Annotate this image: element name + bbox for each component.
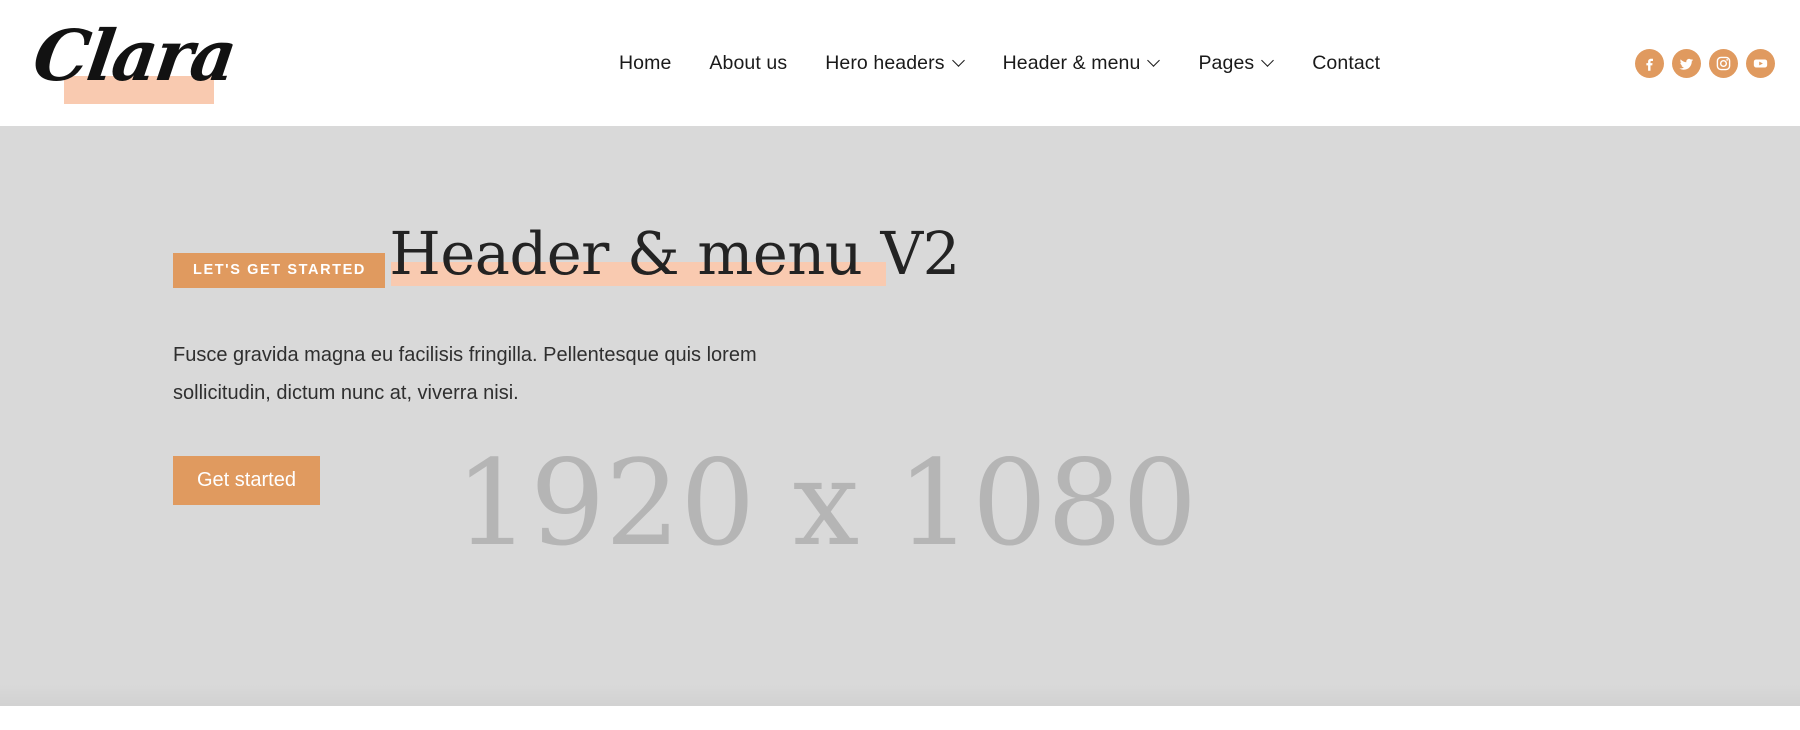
nav-item-header-and-menu[interactable]: Header & menu (984, 0, 1180, 126)
nav-item-label: Home (619, 51, 672, 74)
nav-item-label: About us (709, 51, 788, 74)
main-navigation: Home About us Hero headers Header & menu… (600, 0, 1399, 126)
twitter-icon[interactable] (1672, 48, 1701, 78)
hero-content: LET'S GET STARTED Header & menu V2 Fusce… (173, 126, 1073, 505)
chevron-down-icon (954, 56, 965, 67)
chevron-down-icon (1263, 56, 1274, 67)
facebook-icon[interactable] (1635, 48, 1664, 78)
chevron-down-icon (1149, 56, 1160, 67)
nav-item-label: Pages (1198, 51, 1255, 74)
nav-item-pages[interactable]: Pages (1179, 0, 1293, 126)
nav-item-label: Header & menu (1002, 51, 1141, 74)
nav-item-home[interactable]: Home (600, 0, 690, 126)
nav-item-hero-headers[interactable]: Hero headers (806, 0, 983, 126)
hero-eyebrow-badge: LET'S GET STARTED (173, 253, 385, 288)
instagram-icon[interactable] (1709, 48, 1738, 78)
youtube-icon[interactable] (1746, 48, 1775, 78)
site-header: Clara Home About us Hero headers Header … (0, 0, 1800, 126)
page-bottom-strip (0, 706, 1800, 730)
hero-title-wrapper: Header & menu V2 (389, 218, 960, 290)
nav-item-label: Hero headers (825, 51, 945, 74)
page-root: Clara Home About us Hero headers Header … (0, 0, 1800, 730)
nav-item-contact[interactable]: Contact (1293, 0, 1399, 126)
hero-paragraph: Fusce gravida magna eu facilisis fringil… (173, 344, 757, 404)
get-started-button[interactable]: Get started (173, 456, 320, 505)
hero-section: 1920 x 1080 LET'S GET STARTED Header & m… (0, 126, 1800, 706)
nav-item-about-us[interactable]: About us (690, 0, 806, 126)
brand-name: Clara (28, 14, 241, 97)
page-title: Header & menu V2 (389, 219, 960, 288)
brand-logo[interactable]: Clara (29, 8, 240, 108)
nav-item-label: Contact (1312, 51, 1381, 74)
social-links (1635, 0, 1775, 126)
